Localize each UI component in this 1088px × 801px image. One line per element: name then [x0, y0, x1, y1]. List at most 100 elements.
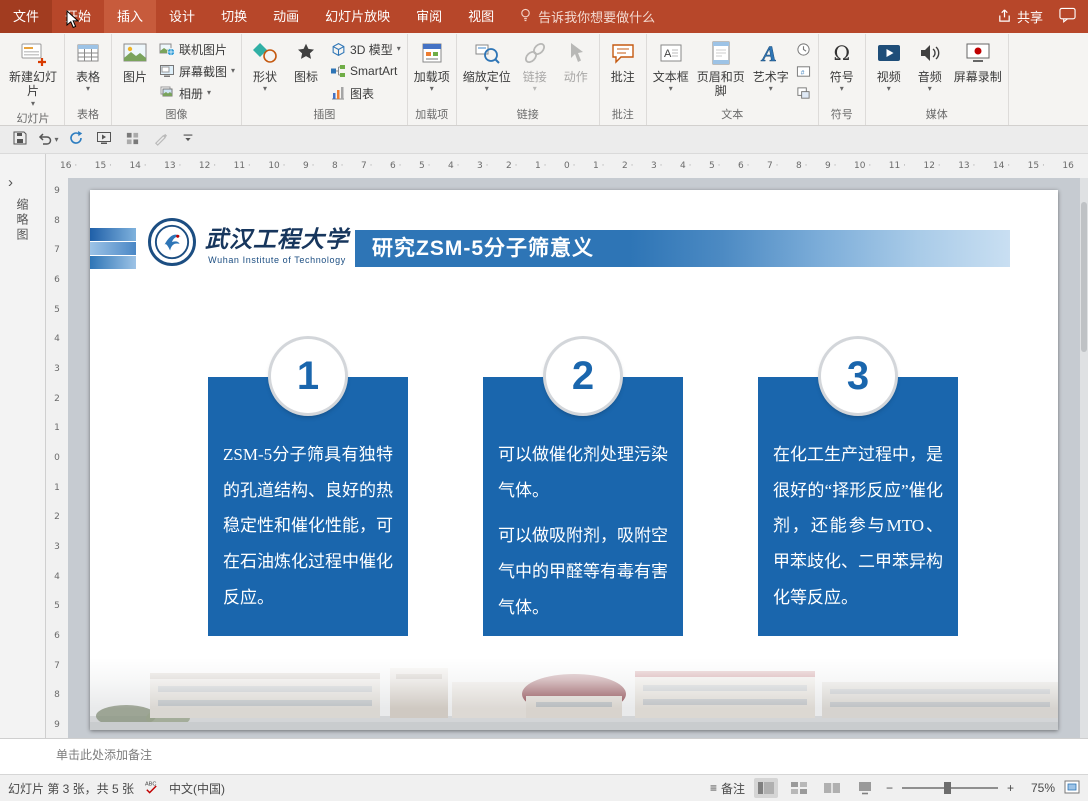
normal-view-button[interactable]	[753, 778, 778, 798]
spell-check-icon[interactable]: ABC	[144, 779, 159, 797]
dropdown-caret-icon: ▾	[927, 84, 932, 94]
pen-tool-button[interactable]	[148, 129, 172, 151]
tab-file[interactable]: 文件	[0, 0, 53, 33]
screenshot-button[interactable]: 屏幕截图 ▾	[156, 60, 238, 82]
addins-button[interactable]: 加载项 ▾	[411, 36, 453, 94]
slide-number-button[interactable]: #	[793, 60, 815, 82]
expand-panel-chevron-icon[interactable]: ›	[8, 174, 13, 191]
language-indicator[interactable]: 中文(中国)	[169, 780, 225, 797]
ruler-number: 9	[825, 161, 836, 171]
card-paragraph: 可以做催化剂处理污染气体。	[498, 445, 668, 500]
comments-icon[interactable]	[1059, 7, 1076, 26]
start-slideshow-button[interactable]	[92, 129, 116, 151]
screen-recording-button[interactable]: 屏幕录制	[951, 36, 1005, 85]
tab-view[interactable]: 视图	[455, 0, 507, 33]
tab-animations[interactable]: 动画	[260, 0, 312, 33]
tab-review[interactable]: 审阅	[403, 0, 455, 33]
object-button[interactable]	[793, 82, 815, 104]
dropdown-caret-icon: ▾	[429, 84, 434, 94]
save-icon	[12, 130, 28, 149]
tab-insert[interactable]: 插入	[104, 0, 157, 33]
photo-album-button[interactable]: 相册 ▾	[156, 82, 238, 104]
ruler-number: 2	[506, 161, 517, 171]
notes-pane[interactable]: 单击此处添加备注	[0, 738, 1088, 774]
smartart-icon	[330, 63, 346, 79]
share-button[interactable]: 共享	[997, 7, 1043, 26]
slide-counter[interactable]: 幻灯片 第 3 张，共 5 张	[8, 780, 134, 797]
slide-card-3[interactable]: 3 在化工生产过程中，是很好的“择形反应”催化剂，还能参与MTO、甲苯歧化、二甲…	[758, 339, 958, 636]
save-button[interactable]	[8, 129, 32, 151]
slide-card-2[interactable]: 2 可以做催化剂处理污染气体。 可以做吸附剂，吸附空气中的甲醛等有毒有害气体。	[483, 339, 683, 636]
tell-me-box[interactable]: 告诉我你想要做什么	[507, 0, 667, 33]
audio-button[interactable]: 音频 ▾	[910, 36, 950, 94]
online-pictures-button[interactable]: 联机图片	[156, 38, 238, 60]
ruler-number: 1	[593, 161, 604, 171]
slideshow-view-button[interactable]	[853, 778, 877, 798]
table-button[interactable]: 表格 ▾	[68, 36, 108, 94]
ruler-number: 4	[54, 334, 60, 345]
date-time-button[interactable]	[793, 38, 815, 60]
3d-models-button[interactable]: 3D 模型 ▾	[327, 38, 404, 60]
zoom-in-button[interactable]: +	[1007, 781, 1014, 795]
action-button[interactable]: 动作	[556, 36, 596, 85]
horizontal-ruler[interactable]: 1615141312111098765432101234567891011121…	[46, 154, 1088, 178]
card-text: 可以做催化剂处理污染气体。 可以做吸附剂，吸附空气中的甲醛等有毒有害气体。	[483, 437, 683, 635]
chart-icon	[330, 85, 346, 101]
fit-to-window-button[interactable]	[1064, 780, 1080, 797]
scrollbar-thumb[interactable]	[1081, 202, 1087, 352]
smartart-button[interactable]: SmartArt	[327, 60, 404, 82]
university-logo[interactable]: 武汉工程大学 Wuhan Institute of Technology	[148, 218, 349, 266]
link-button[interactable]: 链接 ▾	[515, 36, 555, 94]
comment-bubble-icon	[609, 39, 637, 67]
ruler-number: 15	[95, 161, 112, 171]
slide-title[interactable]: 研究ZSM-5分子筛意义	[355, 230, 1010, 267]
zoom-slider[interactable]	[901, 782, 998, 794]
text-box-button[interactable]: A 文本框 ▾	[650, 36, 692, 94]
group-illustrations: 形状 ▾ 图标 3D 模型 ▾ SmartArt 图表 插图	[242, 34, 408, 125]
photo-album-label: 相册	[179, 86, 204, 101]
new-slide-button[interactable]: 新建幻灯片 ▾	[5, 36, 61, 109]
undo-button[interactable]: ▾	[36, 129, 60, 151]
ruler-number: 5	[54, 304, 60, 315]
thumbnail-panel-collapsed[interactable]: › 缩略图	[0, 154, 46, 738]
slide-number-icon: #	[796, 63, 812, 79]
tab-design[interactable]: 设计	[156, 0, 208, 33]
reading-view-button[interactable]	[820, 778, 844, 798]
svg-text:A: A	[760, 41, 777, 66]
university-name-en: Wuhan Institute of Technology	[208, 254, 346, 265]
vertical-scrollbar[interactable]	[1080, 178, 1088, 738]
icons-button[interactable]: 图标	[286, 36, 326, 85]
ruler-number: 3	[54, 541, 60, 552]
text-box-icon: A	[657, 39, 685, 67]
pictures-button[interactable]: 图片	[115, 36, 155, 85]
tab-home[interactable]: 开始	[52, 0, 104, 33]
slide-canvas[interactable]: 武汉工程大学 Wuhan Institute of Technology 研究Z…	[68, 178, 1088, 738]
notes-toggle-button[interactable]: ≡ 备注	[710, 780, 745, 797]
group-label-symbols: 符号	[830, 109, 853, 121]
zoom-slider-thumb[interactable]	[944, 782, 952, 794]
grid-tool-button[interactable]	[120, 129, 144, 151]
tab-transitions[interactable]: 切换	[208, 0, 260, 33]
vertical-ruler[interactable]: 9 8 7 6 5 4 3 2 1 0 1 2 3 4 5 6 7 8 9	[46, 178, 68, 738]
ruler-number: 8	[796, 161, 807, 171]
customize-qat-button[interactable]	[176, 129, 200, 151]
dropdown-caret-icon: ▾	[484, 84, 489, 94]
video-icon	[875, 39, 903, 67]
tab-slideshow[interactable]: 幻灯片放映	[312, 0, 403, 33]
zoom-button[interactable]: 缩放定位 ▾	[460, 36, 514, 94]
shapes-button[interactable]: 形状 ▾	[245, 36, 285, 94]
chart-button[interactable]: 图表	[327, 82, 404, 104]
wordart-button[interactable]: A 艺术字 ▾	[750, 36, 792, 94]
zoom-out-button[interactable]: −	[886, 781, 893, 795]
workspace: › 缩略图 1615141312111098765432101234567891…	[0, 154, 1088, 738]
symbol-button[interactable]: Ω 符号 ▾	[822, 36, 862, 94]
zoom-percentage[interactable]: 75%	[1023, 781, 1055, 795]
group-label-links: 链接	[516, 109, 539, 121]
slide[interactable]: 武汉工程大学 Wuhan Institute of Technology 研究Z…	[90, 190, 1058, 730]
video-button[interactable]: 视频 ▾	[869, 36, 909, 94]
slide-card-1[interactable]: 1 ZSM-5分子筛具有独特的孔道结构、良好的热稳定性和催化性能，可在石油炼化过…	[208, 339, 408, 636]
comment-button[interactable]: 批注	[603, 36, 643, 85]
redo-button[interactable]	[64, 129, 88, 151]
header-footer-button[interactable]: 页眉和页脚	[693, 36, 749, 100]
slide-sorter-view-button[interactable]	[787, 778, 811, 798]
